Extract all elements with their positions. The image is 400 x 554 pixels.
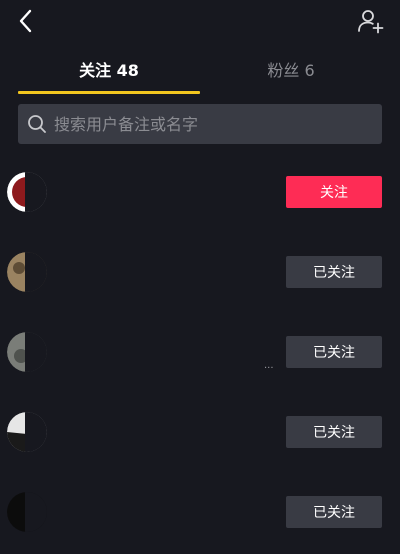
- avatar[interactable]: [7, 412, 47, 452]
- avatar-image: [7, 172, 47, 212]
- list-item[interactable]: 关注: [0, 152, 400, 232]
- search-icon: [28, 115, 46, 133]
- chevron-left-icon: [19, 9, 32, 33]
- tab-bar: 关注 48 粉丝 6: [0, 52, 400, 94]
- following-button[interactable]: 已关注: [286, 416, 382, 448]
- avatar-image: [7, 412, 47, 452]
- list-item[interactable]: 已关注: [0, 232, 400, 312]
- active-tab-indicator: [18, 91, 200, 94]
- top-bar: [0, 0, 400, 44]
- search-input[interactable]: [54, 104, 374, 144]
- add-friend-button[interactable]: [356, 6, 386, 36]
- avatar[interactable]: [7, 492, 47, 532]
- following-button[interactable]: 已关注: [286, 336, 382, 368]
- follow-button[interactable]: 关注: [286, 176, 382, 208]
- list-item[interactable]: 已关注: [0, 392, 400, 472]
- avatar-image: [7, 492, 47, 532]
- avatar[interactable]: [7, 252, 47, 292]
- list-item[interactable]: ... 已关注: [0, 312, 400, 392]
- back-button[interactable]: [12, 6, 42, 36]
- following-button[interactable]: 已关注: [286, 496, 382, 528]
- list-item[interactable]: 已关注: [0, 472, 400, 552]
- search-bar[interactable]: [18, 104, 382, 144]
- avatar[interactable]: [7, 172, 47, 212]
- tab-fans[interactable]: 粉丝 6: [200, 52, 382, 92]
- avatar-image: [7, 332, 47, 372]
- avatar[interactable]: [7, 332, 47, 372]
- name-ellipsis: ...: [264, 360, 274, 371]
- following-button[interactable]: 已关注: [286, 256, 382, 288]
- tab-following[interactable]: 关注 48: [18, 52, 200, 92]
- avatar-image: [7, 252, 47, 292]
- user-plus-icon: [358, 10, 384, 34]
